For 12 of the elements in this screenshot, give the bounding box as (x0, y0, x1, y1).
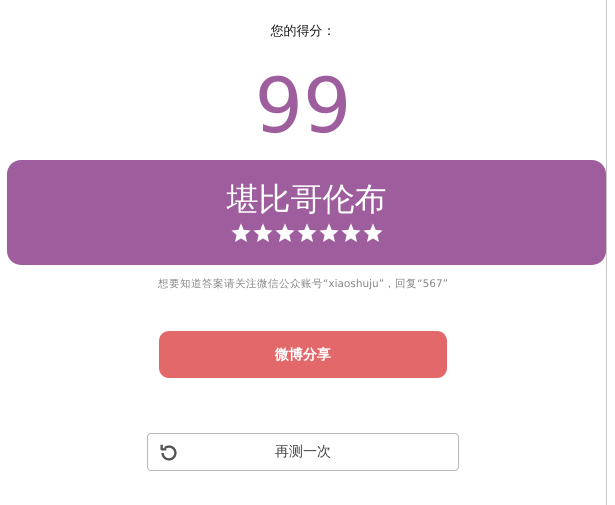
star-icon (296, 223, 316, 244)
star-icon (340, 223, 360, 244)
score-label: 您的得分： (270, 23, 336, 41)
star-icon (318, 223, 338, 244)
star-icon (230, 223, 250, 244)
result-title: 堪比哥伦布 (226, 182, 386, 218)
retry-button[interactable]: 再测一次 (147, 433, 459, 471)
star-icon (252, 223, 272, 244)
hint-text: 想要知道答案请关注微信公众账号“xiaoshuju”，回复“567” (158, 277, 448, 291)
score-value: 99 (254, 68, 352, 144)
star-icon (274, 223, 294, 244)
star-icon (362, 223, 382, 244)
